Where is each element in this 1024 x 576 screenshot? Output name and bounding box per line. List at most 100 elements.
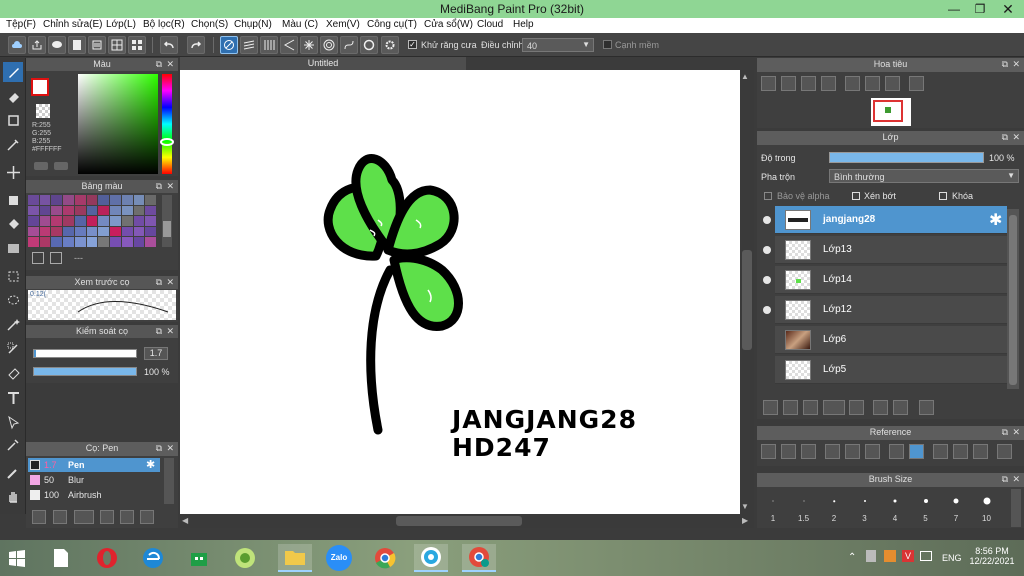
palette-swatch-grid[interactable] xyxy=(28,195,156,247)
minimize-button[interactable]: — xyxy=(940,0,968,18)
palette-scrollbar[interactable] xyxy=(162,195,172,247)
close-button[interactable]: ✕ xyxy=(994,0,1022,18)
dropper-tool-icon[interactable] xyxy=(3,462,23,482)
brush-opacity-slider[interactable] xyxy=(33,367,137,376)
eraser-tool-icon[interactable] xyxy=(3,86,23,106)
vertical-scroll-thumb[interactable] xyxy=(742,250,752,350)
brush-size-option[interactable]: 2 xyxy=(820,489,848,527)
layer-list-scrollbar[interactable] xyxy=(1007,209,1019,389)
delete-palette-icon[interactable] xyxy=(50,252,62,264)
palette-swatch[interactable] xyxy=(110,216,121,226)
reference-eyedropper-icon[interactable] xyxy=(889,444,904,459)
brush-doc-icon[interactable] xyxy=(100,510,114,524)
menu-file[interactable]: Tệp(F) xyxy=(6,19,36,30)
select-pen-tool-icon[interactable] xyxy=(3,338,23,358)
reference-fit-icon[interactable] xyxy=(845,444,860,459)
palette-swatch[interactable] xyxy=(86,195,98,205)
reference-open-folder-icon[interactable] xyxy=(781,444,796,459)
layer-add-menu-icon[interactable] xyxy=(823,400,845,415)
palette-swatch[interactable] xyxy=(74,205,86,216)
palette-swatch[interactable] xyxy=(63,226,74,237)
tray-v-icon[interactable]: V xyxy=(902,550,914,562)
file-icon[interactable] xyxy=(44,544,78,572)
palette-swatch[interactable] xyxy=(28,195,39,205)
hue-handle[interactable] xyxy=(160,138,174,146)
palette-swatch[interactable] xyxy=(145,226,156,237)
windows-start-icon[interactable] xyxy=(0,544,34,572)
reference-hand-icon[interactable] xyxy=(909,444,924,459)
canvas-tab[interactable]: Untitled xyxy=(180,57,466,70)
medibang-icon[interactable] xyxy=(414,544,448,572)
layer-opacity-slider[interactable] xyxy=(829,152,984,163)
magic-wand-tool-icon[interactable] xyxy=(3,314,23,334)
menu-layer[interactable]: Lớp(L) xyxy=(106,19,136,30)
pen-tool-icon[interactable] xyxy=(3,134,23,154)
clipping-checkbox[interactable] xyxy=(852,192,860,200)
palette-swatch[interactable] xyxy=(39,205,51,216)
palette-swatch[interactable] xyxy=(86,216,98,226)
lasso-tool-icon[interactable] xyxy=(3,290,23,310)
palette-swatch[interactable] xyxy=(74,237,86,247)
brush-item-pen[interactable]: 1.7 Pen ✱ xyxy=(28,458,160,472)
scroll-up-arrow[interactable]: ▲ xyxy=(741,72,749,81)
new-layer-icon[interactable] xyxy=(763,400,778,415)
menu-tools[interactable]: Công cụ(T) xyxy=(367,19,417,30)
palette-swatch[interactable] xyxy=(39,195,51,205)
palette-swatch[interactable] xyxy=(28,226,39,237)
brush-size-scrollbar[interactable] xyxy=(1011,489,1021,527)
detach-icon[interactable]: ⧉ xyxy=(1002,426,1008,439)
reference-zoom-in-icon[interactable] xyxy=(825,444,840,459)
palette-swatch[interactable] xyxy=(98,237,110,247)
fill-shape-tool-icon[interactable] xyxy=(3,190,23,210)
canvas-horizontal-scrollbar[interactable]: ◀ ▶ xyxy=(180,514,754,528)
palette-swatch[interactable] xyxy=(74,195,86,205)
undo-icon[interactable] xyxy=(160,36,178,54)
menu-help[interactable]: Help xyxy=(513,19,534,30)
palette-swatch[interactable] xyxy=(51,237,63,247)
detach-icon[interactable]: ⧉ xyxy=(156,325,162,338)
correction-select[interactable]: 40 ▼ xyxy=(522,38,594,52)
palette-swatch[interactable] xyxy=(74,226,86,237)
menu-color[interactable]: Màu (C) xyxy=(282,19,318,30)
palette-swatch[interactable] xyxy=(39,216,51,226)
brush-size-slider[interactable] xyxy=(33,349,137,358)
opera-icon[interactable] xyxy=(90,544,124,572)
palette-swatch[interactable] xyxy=(121,195,133,205)
tray-network-icon[interactable] xyxy=(866,550,876,562)
palette-swatch[interactable] xyxy=(145,195,156,205)
palette-swatch[interactable] xyxy=(121,205,133,216)
palette-swatch[interactable] xyxy=(63,237,74,247)
tray-volume-icon[interactable] xyxy=(920,551,932,561)
detach-icon[interactable]: ⧉ xyxy=(1002,58,1008,71)
palette-swatch[interactable] xyxy=(51,216,63,226)
layer-visibility-eye-icon[interactable] xyxy=(763,216,771,224)
drawing-canvas[interactable]: JANGJANG28 HD247 xyxy=(180,70,740,514)
rotate-right-icon[interactable] xyxy=(885,76,900,91)
palette-swatch[interactable] xyxy=(145,216,156,226)
close-panel-icon[interactable]: ✕ xyxy=(1012,473,1020,486)
tray-app-icon[interactable] xyxy=(884,550,896,562)
merge-layer-icon[interactable] xyxy=(893,400,908,415)
new-halftone-layer-icon[interactable] xyxy=(803,400,818,415)
flip-icon[interactable] xyxy=(909,76,924,91)
layer-row-lop6[interactable]: Lớp6 xyxy=(775,326,1007,354)
brush-size-option[interactable]: 5 xyxy=(912,489,940,527)
page-icon[interactable] xyxy=(88,36,106,54)
brush-size-value[interactable]: 1.7 xyxy=(144,347,168,360)
brush-settings-gear-icon[interactable]: ✱ xyxy=(146,458,155,471)
scroll-down-arrow[interactable]: ▼ xyxy=(741,502,749,511)
file-explorer-icon[interactable] xyxy=(278,544,312,572)
edge-browser-icon[interactable] xyxy=(136,544,170,572)
cloud-icon[interactable] xyxy=(8,36,26,54)
grid-layout-icon[interactable] xyxy=(108,36,126,54)
close-panel-icon[interactable]: ✕ xyxy=(1012,58,1020,71)
palette-swatch[interactable] xyxy=(121,216,133,226)
palette-swatch[interactable] xyxy=(98,216,110,226)
detach-icon[interactable]: ⧉ xyxy=(156,442,162,455)
palette-swatch[interactable] xyxy=(110,205,121,216)
palette-swatch[interactable] xyxy=(145,205,156,216)
saturation-value-picker[interactable] xyxy=(78,74,158,174)
hue-slider[interactable] xyxy=(162,74,172,174)
brush-folder-icon[interactable] xyxy=(120,510,134,524)
duplicate-layer-icon[interactable] xyxy=(873,400,888,415)
